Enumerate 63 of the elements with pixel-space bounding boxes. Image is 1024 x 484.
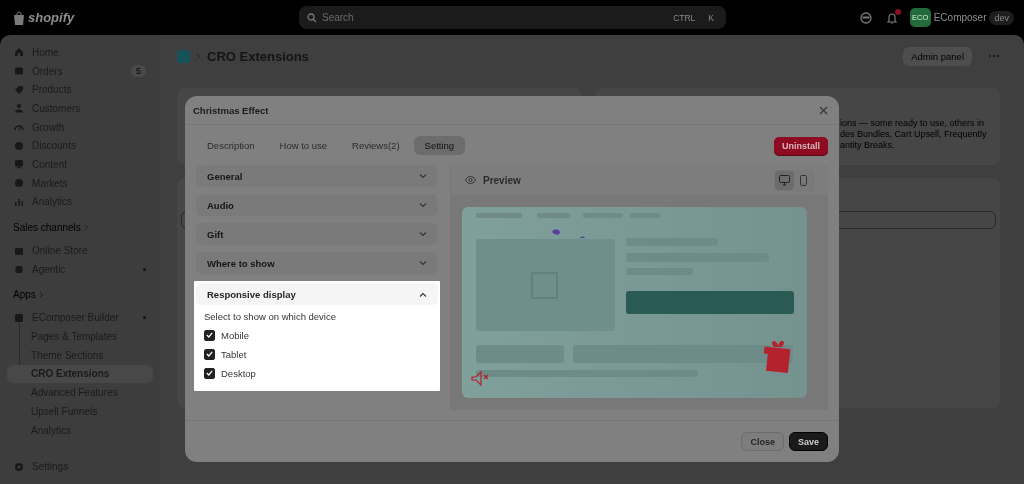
section-heading[interactable]: Sales channels [7, 219, 153, 236]
home-icon [14, 47, 24, 58]
person-icon [14, 103, 24, 114]
admin-panel-button[interactable]: Admin panel [903, 46, 972, 66]
shortcut-key: K [704, 11, 718, 24]
chevron-right-icon [196, 52, 201, 60]
chevron-up-icon [419, 291, 427, 297]
search-icon [307, 12, 317, 23]
tab[interactable]: How to use [268, 136, 339, 155]
logo-text: shopify [28, 10, 75, 25]
desktop-view-button[interactable] [775, 170, 794, 190]
close-button[interactable]: Close [741, 432, 784, 451]
eye-icon [465, 176, 476, 184]
monitor-icon [14, 159, 24, 170]
checkbox[interactable] [204, 348, 215, 360]
dot-icon [143, 316, 146, 320]
gauge-icon [14, 122, 24, 133]
shortcut-key: CTRL [669, 11, 700, 24]
tab[interactable]: Setting [413, 136, 466, 155]
bell-icon [885, 11, 898, 24]
dev-badge: dev [989, 10, 1014, 25]
check-icon [206, 351, 213, 357]
section-title: Gift [207, 228, 224, 240]
dot-icon [143, 267, 146, 271]
section-title: General [207, 170, 243, 182]
uninstall-button[interactable]: Uninstall [774, 136, 828, 155]
accordion-header[interactable]: Responsive display [196, 283, 438, 305]
tab[interactable]: Description [196, 136, 266, 155]
checkbox[interactable] [204, 329, 215, 341]
instruction-text: Select to show on which device [204, 311, 338, 322]
tab[interactable]: Reviews(2) [341, 136, 411, 155]
chevron-down-icon [419, 173, 427, 179]
phone-icon [798, 174, 809, 186]
chevron-down-icon [419, 231, 427, 237]
chevron-right-icon [38, 291, 44, 299]
preview-label: Preview [483, 174, 521, 186]
option-label: Tablet [221, 348, 247, 360]
section-heading[interactable]: Apps [7, 286, 153, 303]
section-title: Responsive display [207, 288, 296, 300]
checkbox[interactable] [204, 367, 215, 379]
close-icon[interactable] [819, 105, 828, 115]
check-icon [206, 370, 213, 376]
tag-icon [14, 84, 24, 95]
monitor-icon [779, 174, 790, 186]
modal-title: Christmas Effect [193, 104, 269, 116]
count-badge: 5 [131, 65, 146, 78]
chevron-right-icon [83, 223, 89, 231]
save-button[interactable]: Save [788, 432, 828, 451]
accordion-header[interactable]: Audio [196, 194, 438, 216]
check-icon [206, 332, 213, 338]
search-placeholder: Search [322, 12, 355, 23]
store-name[interactable]: EComposer [933, 12, 987, 23]
accordion-header[interactable]: Gift [196, 223, 438, 245]
section-title: Audio [207, 199, 234, 211]
option-label: Desktop [221, 367, 256, 379]
section-title: Where to show [207, 257, 275, 269]
option-label: Mobile [221, 329, 249, 341]
search-field[interactable]: Search CTRL K [299, 6, 726, 29]
chevron-down-icon [419, 260, 427, 266]
accordion-header[interactable]: Where to show [196, 252, 438, 274]
chevron-down-icon [419, 202, 427, 208]
bar-chart-icon [14, 196, 24, 207]
accordion-header[interactable]: General [196, 165, 438, 187]
